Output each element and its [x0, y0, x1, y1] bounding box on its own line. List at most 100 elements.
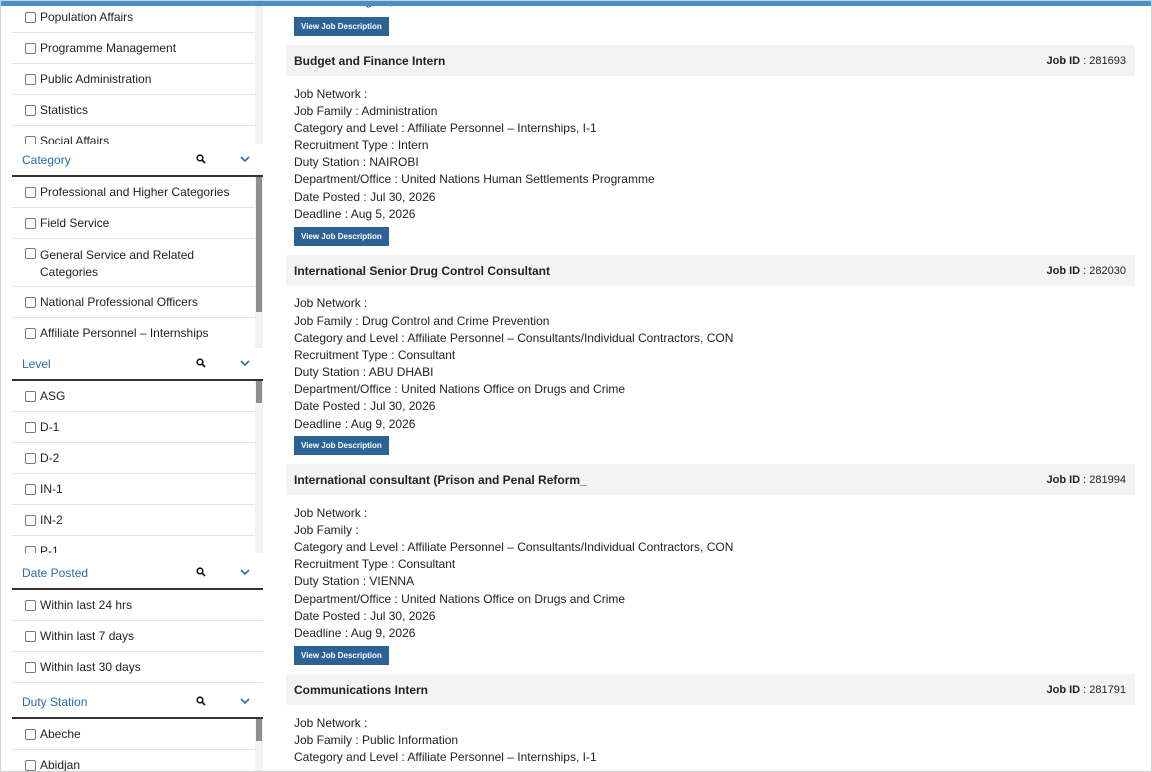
filter-option[interactable]: National Professional Officers [12, 287, 263, 318]
filter-option[interactable]: Field Service [12, 208, 263, 239]
filter-option[interactable]: Statistics [12, 95, 263, 126]
checkbox[interactable] [25, 327, 36, 339]
filter-duty-station-list[interactable]: Abeche Abidjan [12, 719, 263, 771]
filter-option[interactable]: Professional and Higher Categories [12, 177, 263, 208]
checkbox[interactable] [25, 759, 36, 771]
filter-option[interactable]: P-1 [12, 536, 263, 553]
job-category-level: Category and Level : Affiliate Personnel… [294, 331, 734, 345]
checkbox[interactable] [25, 483, 36, 495]
job-network: Job Network : [294, 87, 368, 101]
job-card-header: Budget and Finance Intern Job ID : 28169… [286, 45, 1135, 76]
checkbox[interactable] [25, 514, 36, 526]
filter-option[interactable]: D-1 [12, 412, 263, 443]
view-job-description-button[interactable]: View Job Description [294, 436, 389, 455]
checkbox[interactable] [25, 630, 36, 642]
job-category-level: Category and Level : Affiliate Personnel… [294, 121, 597, 135]
filter-option[interactable]: Programme Management [12, 33, 263, 64]
filter-header-category[interactable]: Category [12, 144, 263, 177]
scrollbar[interactable] [255, 2, 263, 145]
filter-job-family-list[interactable]: Population Affairs Programme Management … [12, 2, 263, 145]
job-family: Job Family : [294, 523, 359, 537]
filter-category-list[interactable]: Professional and Higher Categories Field… [12, 177, 263, 348]
job-department: Department/Office : United Nations Human… [294, 172, 655, 186]
filter-date-posted-list[interactable]: Within last 24 hrs Within last 7 days Wi… [12, 590, 263, 683]
scrollbar-thumb[interactable] [256, 177, 262, 312]
scrollbar[interactable] [255, 719, 263, 771]
job-deadline: Deadline : Aug 9, 2026 [294, 417, 416, 431]
filter-sidebar: Population Affairs Programme Management … [12, 1, 263, 771]
filter-option[interactable]: Public Administration [12, 64, 263, 95]
checkbox[interactable] [25, 452, 36, 464]
filter-title: Category [22, 152, 71, 167]
filter-option[interactable]: Affiliate Personnel – Internships [12, 318, 263, 348]
job-duty-station: Duty Station : NAIROBI [294, 155, 419, 169]
checkbox[interactable] [25, 545, 36, 553]
filter-option[interactable]: General Service and Related Categories [12, 239, 263, 287]
filter-option[interactable]: Within last 24 hrs [12, 590, 263, 621]
search-icon[interactable] [196, 358, 206, 368]
filter-option[interactable]: ASG [12, 381, 263, 412]
filter-option[interactable]: IN-2 [12, 505, 263, 536]
search-icon[interactable] [196, 567, 206, 577]
chevron-down-icon[interactable] [240, 155, 250, 163]
page-frame: Population Affairs Programme Management … [0, 0, 1152, 772]
job-list: Deadline : Aug 12, 2026 View Job Descrip… [286, 1, 1135, 771]
chevron-down-icon[interactable] [240, 697, 250, 705]
scrollbar[interactable] [255, 381, 263, 553]
job-title[interactable]: Communications Intern [294, 683, 428, 697]
job-network: Job Network : [294, 716, 368, 730]
checkbox[interactable] [25, 42, 36, 54]
search-icon[interactable] [196, 696, 206, 706]
scrollbar[interactable] [255, 177, 263, 348]
checkbox[interactable] [25, 296, 36, 308]
job-title[interactable]: International consultant (Prison and Pen… [294, 473, 587, 487]
job-card-header: Communications Intern Job ID : 281791 [286, 674, 1135, 705]
filter-level-list[interactable]: ASG D-1 D-2 IN-1 IN-2 P-1 [12, 381, 263, 553]
view-job-description-button[interactable]: View Job Description [294, 17, 389, 36]
filter-option[interactable]: D-2 [12, 443, 263, 474]
job-duty-station: Duty Station : VIENNA [294, 574, 415, 588]
filter-option[interactable]: Population Affairs [12, 2, 263, 33]
job-recruitment-type: Recruitment Type : Consultant [294, 557, 456, 571]
job-network: Job Network : [294, 296, 368, 310]
filter-option[interactable]: Abidjan [12, 750, 263, 771]
job-recruitment-type: Recruitment Type : Intern [294, 138, 429, 152]
filter-option[interactable]: Abeche [12, 719, 263, 750]
checkbox[interactable] [25, 217, 36, 229]
checkbox[interactable] [25, 11, 36, 23]
filter-header-date-posted[interactable]: Date Posted [12, 557, 263, 590]
job-family: Job Family : Administration [294, 104, 438, 118]
job-card-header: International Senior Drug Control Consul… [286, 255, 1135, 286]
job-date-posted: Date Posted : Jul 30, 2026 [294, 399, 436, 413]
filter-header-duty-station[interactable]: Duty Station [12, 686, 263, 719]
job-duty-station: Duty Station : ABU DHABI [294, 365, 434, 379]
job-id: Job ID : 281791 [1046, 684, 1126, 696]
filter-option[interactable]: Social Affairs [12, 126, 263, 145]
scrollbar-thumb[interactable] [256, 381, 262, 403]
job-family: Job Family : Public Information [294, 733, 459, 747]
view-job-description-button[interactable]: View Job Description [294, 227, 389, 246]
checkbox[interactable] [25, 104, 36, 116]
checkbox[interactable] [25, 73, 36, 85]
job-title[interactable]: Budget and Finance Intern [294, 54, 445, 68]
checkbox[interactable] [25, 186, 36, 198]
checkbox[interactable] [25, 661, 36, 673]
filter-header-level[interactable]: Level [12, 348, 263, 381]
checkbox[interactable] [25, 728, 36, 740]
search-icon[interactable] [196, 154, 206, 164]
filter-title: Duty Station [22, 694, 88, 709]
filter-option[interactable]: Within last 30 days [12, 652, 263, 683]
chevron-down-icon[interactable] [240, 359, 250, 367]
filter-title: Date Posted [22, 565, 89, 580]
checkbox[interactable] [25, 248, 36, 259]
checkbox[interactable] [25, 390, 36, 402]
job-id: Job ID : 281693 [1046, 55, 1126, 67]
filter-option[interactable]: IN-1 [12, 474, 263, 505]
view-job-description-button[interactable]: View Job Description [294, 646, 389, 665]
checkbox[interactable] [25, 421, 36, 433]
checkbox[interactable] [25, 599, 36, 611]
job-title[interactable]: International Senior Drug Control Consul… [294, 264, 550, 278]
filter-option[interactable]: Within last 7 days [12, 621, 263, 652]
scrollbar-thumb[interactable] [256, 719, 262, 741]
chevron-down-icon[interactable] [240, 568, 250, 576]
